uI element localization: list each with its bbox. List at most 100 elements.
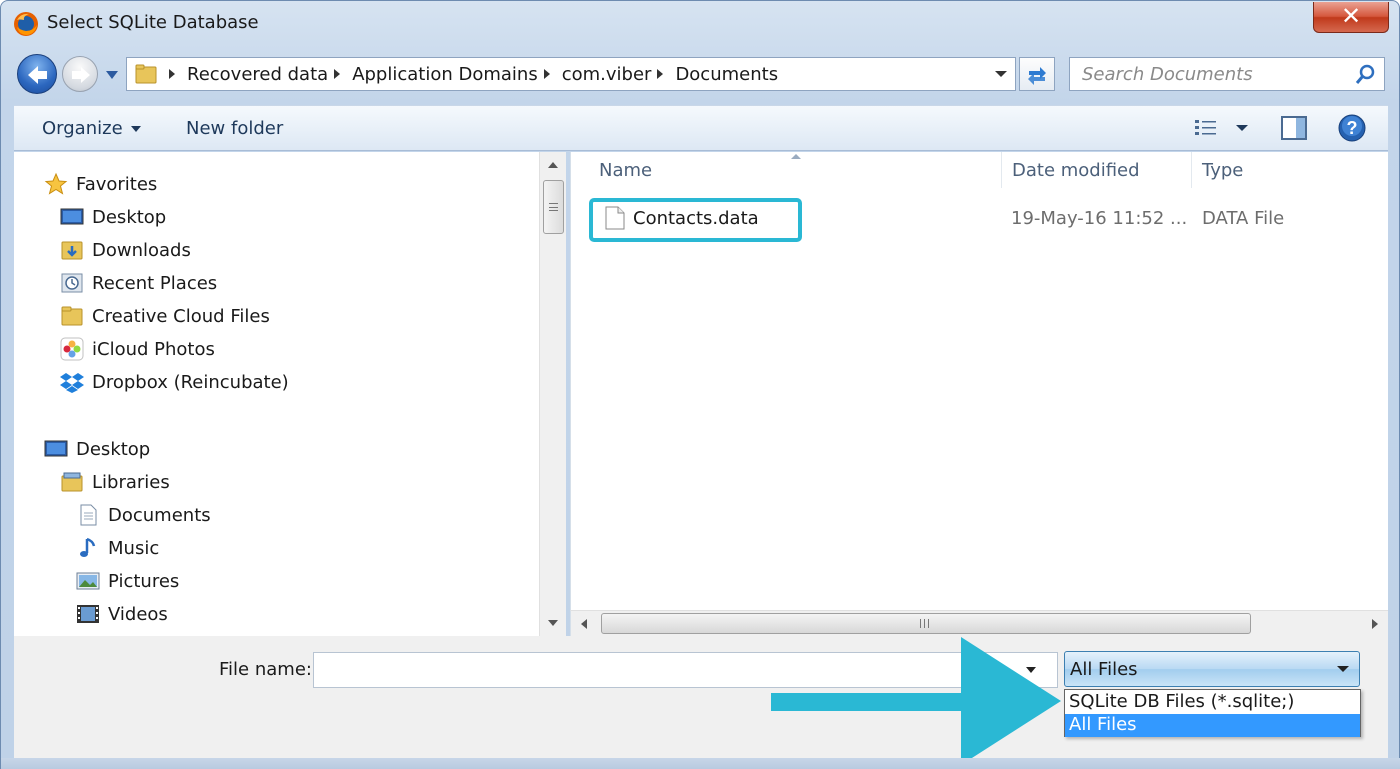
back-button[interactable] [17, 54, 57, 94]
desktop-icon [44, 440, 68, 457]
file-type-dropdown-list: SQLite DB Files (*.sqlite;) All Files [1064, 689, 1361, 737]
breadcrumb-item[interactable]: Documents [675, 64, 778, 85]
nav-item-label: Music [108, 537, 160, 559]
nav-item-label: Videos [108, 603, 168, 625]
new-folder-button[interactable]: New folder [186, 118, 283, 139]
chevron-down-icon [130, 126, 141, 132]
preview-pane-icon[interactable] [1281, 116, 1307, 140]
organize-label: Organize [42, 118, 123, 139]
file-row[interactable]: Contacts.data 19-May-16 11:52 ... DATA F… [589, 198, 1389, 242]
file-open-dialog: Select SQLite Database ✕ Recovered data … [0, 0, 1400, 769]
scroll-right-icon[interactable] [1372, 619, 1378, 629]
libraries-icon [61, 472, 83, 492]
nav-item-icloud-photos[interactable]: iCloud Photos [60, 334, 215, 364]
chevron-down-icon [1337, 666, 1349, 672]
file-name-label: File name: [219, 659, 312, 680]
annotation-arrow-icon [771, 637, 1061, 765]
dropbox-icon [60, 373, 84, 393]
nav-item-label: Documents [108, 504, 211, 526]
breadcrumb-separator-icon[interactable] [657, 69, 664, 79]
firefox-icon [14, 12, 38, 36]
breadcrumb-item[interactable]: com.viber [562, 64, 652, 85]
file-type-option-selected[interactable]: All Files [1065, 714, 1360, 737]
column-header-type[interactable]: Type [1202, 160, 1243, 181]
nav-item-pictures[interactable]: Pictures [76, 566, 179, 596]
file-type: DATA File [1202, 208, 1285, 229]
nav-favorites-label: Favorites [76, 173, 158, 195]
address-bar[interactable]: Recovered data Application Domains com.v… [126, 57, 1016, 91]
refresh-icon [1028, 67, 1046, 85]
column-divider[interactable] [1001, 152, 1002, 188]
nav-item-creative-cloud[interactable]: Creative Cloud Files [60, 301, 270, 331]
file-date-modified: 19-May-16 11:52 ... [1011, 208, 1188, 229]
file-type-option[interactable]: SQLite DB Files (*.sqlite;) [1065, 691, 1360, 714]
breadcrumb: Recovered data Application Domains com.v… [163, 63, 778, 85]
nav-item-libraries[interactable]: Libraries [60, 467, 170, 497]
nav-item-music[interactable]: Music [76, 533, 159, 563]
nav-item-recent-places[interactable]: Recent Places [60, 268, 217, 298]
nav-item-desktop[interactable]: Desktop [60, 202, 166, 232]
address-dropdown-icon[interactable] [995, 71, 1007, 77]
search-input[interactable]: Search Documents [1082, 64, 1253, 85]
nav-item-label: Pictures [108, 570, 180, 592]
star-icon [44, 172, 68, 195]
sort-ascending-icon [791, 154, 801, 159]
pictures-icon [76, 572, 100, 590]
column-header-name[interactable]: Name [599, 160, 652, 181]
scrollbar-thumb[interactable] [543, 180, 564, 234]
arrow-right-icon [72, 67, 90, 83]
nav-item-dropbox[interactable]: Dropbox (Reincubate) [60, 367, 289, 397]
file-icon [605, 206, 625, 230]
refresh-button[interactable] [1019, 57, 1055, 91]
navigation-pane: Favorites Desktop Downloads Recent Place… [14, 152, 566, 636]
breadcrumb-item[interactable]: Application Domains [352, 64, 538, 85]
nav-item-label: Creative Cloud Files [92, 305, 270, 327]
views-dropdown-icon[interactable] [1236, 125, 1248, 131]
music-icon [80, 537, 96, 557]
grip-icon [549, 203, 558, 211]
breadcrumb-separator-icon[interactable] [543, 69, 550, 79]
scroll-up-icon[interactable] [548, 162, 558, 168]
breadcrumb-separator-icon[interactable] [169, 69, 175, 79]
file-list: Name Date modified Type Contacts.data 19… [570, 152, 1388, 610]
history-dropdown-icon[interactable] [105, 69, 119, 81]
documents-icon [80, 504, 97, 526]
nav-item-videos[interactable]: Videos [76, 599, 168, 629]
command-bar: Organize New folder ? [14, 105, 1388, 151]
icloud-photos-icon [60, 337, 84, 361]
view-options-icon[interactable] [1194, 118, 1218, 138]
nav-item-downloads[interactable]: Downloads [60, 235, 191, 265]
nav-item-label: Recent Places [92, 272, 218, 294]
title-bar: Select SQLite Database ✕ [1, 1, 1399, 47]
folder-icon [135, 64, 157, 84]
svg-text:?: ? [1347, 118, 1358, 138]
breadcrumb-separator-icon[interactable] [334, 69, 341, 79]
forward-button[interactable] [62, 56, 98, 92]
column-divider[interactable] [1191, 152, 1192, 188]
organize-button[interactable]: Organize [42, 118, 141, 139]
nav-favorites[interactable]: Favorites [44, 169, 157, 199]
nav-desktop-root[interactable]: Desktop [44, 434, 150, 464]
search-box[interactable]: Search Documents [1069, 57, 1385, 91]
file-type-select[interactable]: All Files [1064, 651, 1360, 687]
nav-item-label: Desktop [76, 438, 151, 460]
downloads-folder-icon [61, 241, 83, 260]
nav-item-label: Desktop [92, 206, 167, 228]
help-icon[interactable]: ? [1338, 114, 1366, 142]
nav-item-documents[interactable]: Documents [76, 500, 211, 530]
videos-icon [77, 605, 99, 623]
breadcrumb-item[interactable]: Recovered data [187, 64, 328, 85]
scroll-left-icon[interactable] [581, 619, 587, 629]
column-header-date[interactable]: Date modified [1012, 160, 1140, 181]
recent-places-icon [61, 273, 83, 293]
window-title: Select SQLite Database [47, 12, 259, 33]
nav-item-label: Dropbox (Reincubate) [92, 371, 289, 393]
window-bottom-border [1, 758, 1400, 769]
nav-pane-vertical-scrollbar[interactable] [539, 152, 566, 636]
close-button[interactable]: ✕ [1313, 2, 1389, 33]
nav-item-label: Downloads [92, 239, 191, 261]
nav-item-label: Libraries [92, 471, 170, 493]
scroll-down-icon[interactable] [548, 620, 558, 626]
folder-icon [61, 306, 83, 326]
search-icon[interactable] [1354, 64, 1376, 86]
